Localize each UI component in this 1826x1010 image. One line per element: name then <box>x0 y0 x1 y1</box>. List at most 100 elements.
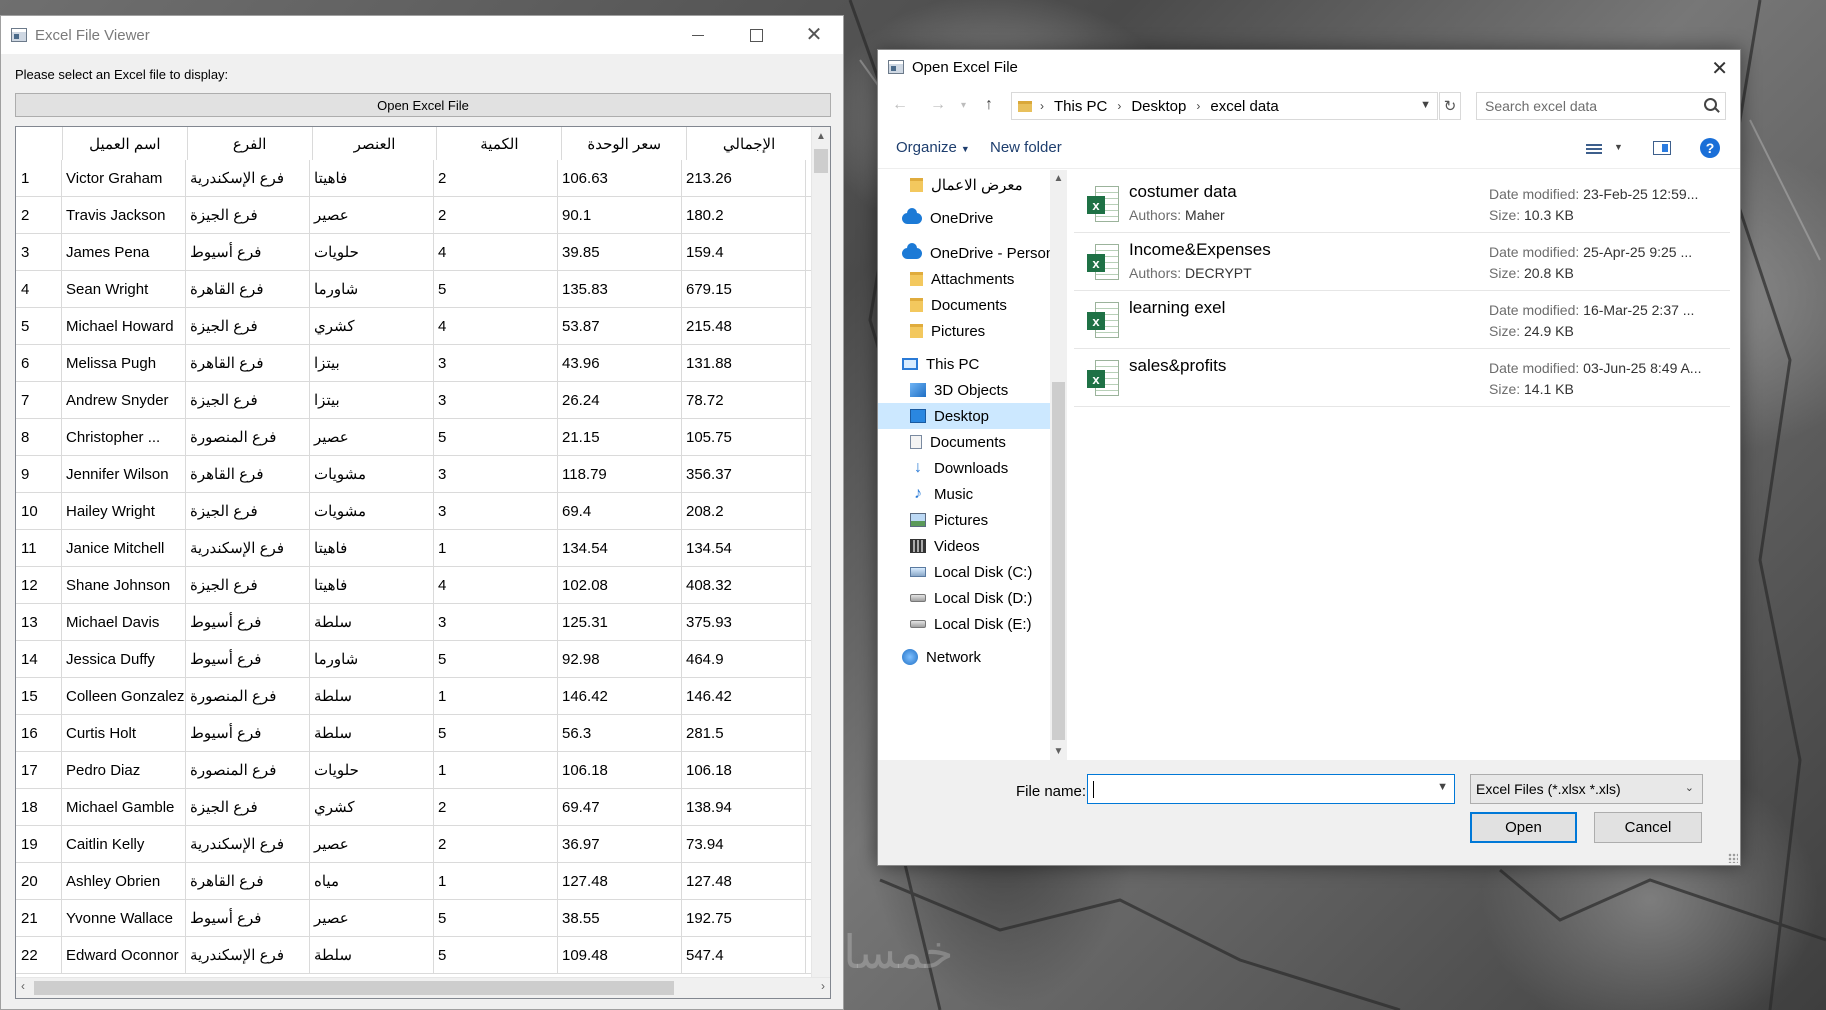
table-row[interactable]: 12 Shane Johnson فرع الجيزة فاهيتا 4 102.08 40… <box>16 567 812 604</box>
scroll-right-arrow-icon[interactable]: › <box>821 979 825 993</box>
open-excel-file-button[interactable]: Open Excel File <box>15 93 831 117</box>
search-input[interactable]: Search excel data <box>1476 92 1726 120</box>
table-row[interactable]: 10 Hailey Wright فرع الجيزة مشويات 3 69.4 208.… <box>16 493 812 530</box>
customer-name-cell[interactable]: James Pena <box>62 234 186 270</box>
table-row[interactable]: 9 Jennifer Wilson فرع القاهرة مشويات 3 118.79… <box>16 456 812 493</box>
chevron-right-icon[interactable]: › <box>1196 99 1200 113</box>
quantity-cell[interactable]: 1 <box>434 863 558 899</box>
row-number[interactable]: 12 <box>16 567 62 603</box>
branch-cell[interactable]: فرع القاهرة <box>186 863 310 899</box>
unit-price-cell[interactable]: 21.15 <box>558 419 682 455</box>
nav-item-local-disk-d[interactable]: Local Disk (D:) <box>910 585 1032 611</box>
row-number[interactable]: 13 <box>16 604 62 640</box>
quantity-cell[interactable]: 2 <box>434 826 558 862</box>
unit-price-cell[interactable]: 106.18 <box>558 752 682 788</box>
file-item[interactable]: x learning exel Date modified: 16-Mar-25 … <box>1074 290 1730 349</box>
item-cell[interactable]: عصير <box>310 419 434 455</box>
unit-price-cell[interactable]: 90.1 <box>558 197 682 233</box>
quantity-cell[interactable]: 5 <box>434 641 558 677</box>
file-type-select[interactable]: Excel Files (*.xlsx *.xls) ⌄ <box>1470 774 1703 804</box>
table-row[interactable]: 2 Travis Jackson فرع الجيزة عصير 2 90.1 180.2 <box>16 197 812 234</box>
quantity-cell[interactable]: 1 <box>434 752 558 788</box>
row-number[interactable]: 19 <box>16 826 62 862</box>
quantity-cell[interactable]: 1 <box>434 678 558 714</box>
column-header-item[interactable]: العنصر <box>313 127 438 160</box>
file-item[interactable]: x sales&profits Date modified: 03-Jun-25 … <box>1074 348 1730 407</box>
column-header-total[interactable]: الإجمالي <box>687 127 812 160</box>
quantity-cell[interactable]: 4 <box>434 308 558 344</box>
quantity-cell[interactable]: 5 <box>434 271 558 307</box>
customer-name-cell[interactable]: Christopher ... <box>62 419 186 455</box>
close-button[interactable]: ✕ <box>785 16 843 54</box>
preview-pane-icon[interactable] <box>1653 141 1671 155</box>
nav-item-documents[interactable]: Documents <box>910 429 1006 455</box>
table-row[interactable]: 17 Pedro Diaz فرع المنصورة حلويات 1 106.18 106… <box>16 752 812 789</box>
total-cell[interactable]: 180.2 <box>682 197 806 233</box>
item-cell[interactable]: فاهيتا <box>310 567 434 603</box>
item-cell[interactable]: بيتزا <box>310 345 434 381</box>
item-cell[interactable]: كشري <box>310 789 434 825</box>
total-cell[interactable]: 105.75 <box>682 419 806 455</box>
table-row[interactable]: 21 Yvonne Wallace فرع أسيوط عصير 5 38.55 192.7… <box>16 900 812 937</box>
total-cell[interactable]: 464.9 <box>682 641 806 677</box>
quantity-cell[interactable]: 4 <box>434 567 558 603</box>
total-cell[interactable]: 408.32 <box>682 567 806 603</box>
table-row[interactable]: 4 Sean Wright فرع القاهرة شاورما 5 135.83 679.… <box>16 271 812 308</box>
item-cell[interactable]: سلطة <box>310 937 434 973</box>
row-number[interactable]: 7 <box>16 382 62 418</box>
item-cell[interactable]: مشويات <box>310 493 434 529</box>
item-cell[interactable]: فاهيتا <box>310 160 434 196</box>
row-number[interactable]: 11 <box>16 530 62 566</box>
nav-scroll-thumb[interactable] <box>1052 382 1065 740</box>
horizontal-scroll-thumb[interactable] <box>34 981 674 995</box>
up-arrow-icon[interactable]: ↑ <box>985 96 993 114</box>
branch-cell[interactable]: فرع القاهرة <box>186 345 310 381</box>
branch-cell[interactable]: فرع الجيزة <box>186 493 310 529</box>
resize-grip-icon[interactable] <box>1728 853 1738 863</box>
row-number[interactable]: 3 <box>16 234 62 270</box>
customer-name-cell[interactable]: Sean Wright <box>62 271 186 307</box>
nav-item-pictures[interactable]: Pictures <box>910 507 988 533</box>
customer-name-cell[interactable]: Yvonne Wallace <box>62 900 186 936</box>
table-row[interactable]: 19 Caitlin Kelly فرع الإسكندرية عصير 2 36.97 7… <box>16 826 812 863</box>
branch-cell[interactable]: فرع أسيوط <box>186 234 310 270</box>
nav-item-local-disk-c[interactable]: Local Disk (C:) <box>910 559 1032 585</box>
unit-price-cell[interactable]: 135.83 <box>558 271 682 307</box>
chevron-right-icon[interactable]: › <box>1040 99 1044 113</box>
recent-locations-chevron-icon[interactable]: ▾ <box>961 100 966 111</box>
branch-cell[interactable]: فرع المنصورة <box>186 678 310 714</box>
row-number[interactable]: 21 <box>16 900 62 936</box>
row-number[interactable]: 5 <box>16 308 62 344</box>
open-button[interactable]: Open <box>1470 812 1577 843</box>
item-cell[interactable]: حلويات <box>310 752 434 788</box>
branch-cell[interactable]: فرع الإسكندرية <box>186 937 310 973</box>
total-cell[interactable]: 208.2 <box>682 493 806 529</box>
total-cell[interactable]: 192.75 <box>682 900 806 936</box>
nav-scroll-down-icon[interactable]: ▼ <box>1050 743 1067 760</box>
quantity-cell[interactable]: 5 <box>434 715 558 751</box>
viewer-titlebar[interactable]: Excel File Viewer ✕ <box>1 16 843 54</box>
row-number[interactable]: 14 <box>16 641 62 677</box>
row-number[interactable]: 22 <box>16 937 62 973</box>
total-cell[interactable]: 215.48 <box>682 308 806 344</box>
item-cell[interactable]: عصير <box>310 826 434 862</box>
breadcrumb-this-pc[interactable]: This PC <box>1054 98 1107 115</box>
unit-price-cell[interactable]: 125.31 <box>558 604 682 640</box>
table-row[interactable]: 14 Jessica Duffy فرع أسيوط شاورما 5 92.98 464.… <box>16 641 812 678</box>
nav-item-attachments[interactable]: Attachments <box>910 266 1014 292</box>
customer-name-cell[interactable]: Janice Mitchell <box>62 530 186 566</box>
item-cell[interactable]: مياه <box>310 863 434 899</box>
quantity-cell[interactable]: 5 <box>434 937 558 973</box>
branch-cell[interactable]: فرع الجيزة <box>186 382 310 418</box>
total-cell[interactable]: 138.94 <box>682 789 806 825</box>
item-cell[interactable]: سلطة <box>310 715 434 751</box>
column-header-customer-name[interactable]: اسم العميل <box>63 127 188 160</box>
customer-name-cell[interactable]: Ashley Obrien <box>62 863 186 899</box>
total-cell[interactable]: 73.94 <box>682 826 806 862</box>
cancel-button[interactable]: Cancel <box>1594 812 1702 843</box>
new-folder-button[interactable]: New folder <box>990 139 1062 156</box>
total-cell[interactable]: 106.18 <box>682 752 806 788</box>
quantity-cell[interactable]: 3 <box>434 493 558 529</box>
total-cell[interactable]: 679.15 <box>682 271 806 307</box>
file-name-input[interactable]: ▼ <box>1087 774 1455 804</box>
